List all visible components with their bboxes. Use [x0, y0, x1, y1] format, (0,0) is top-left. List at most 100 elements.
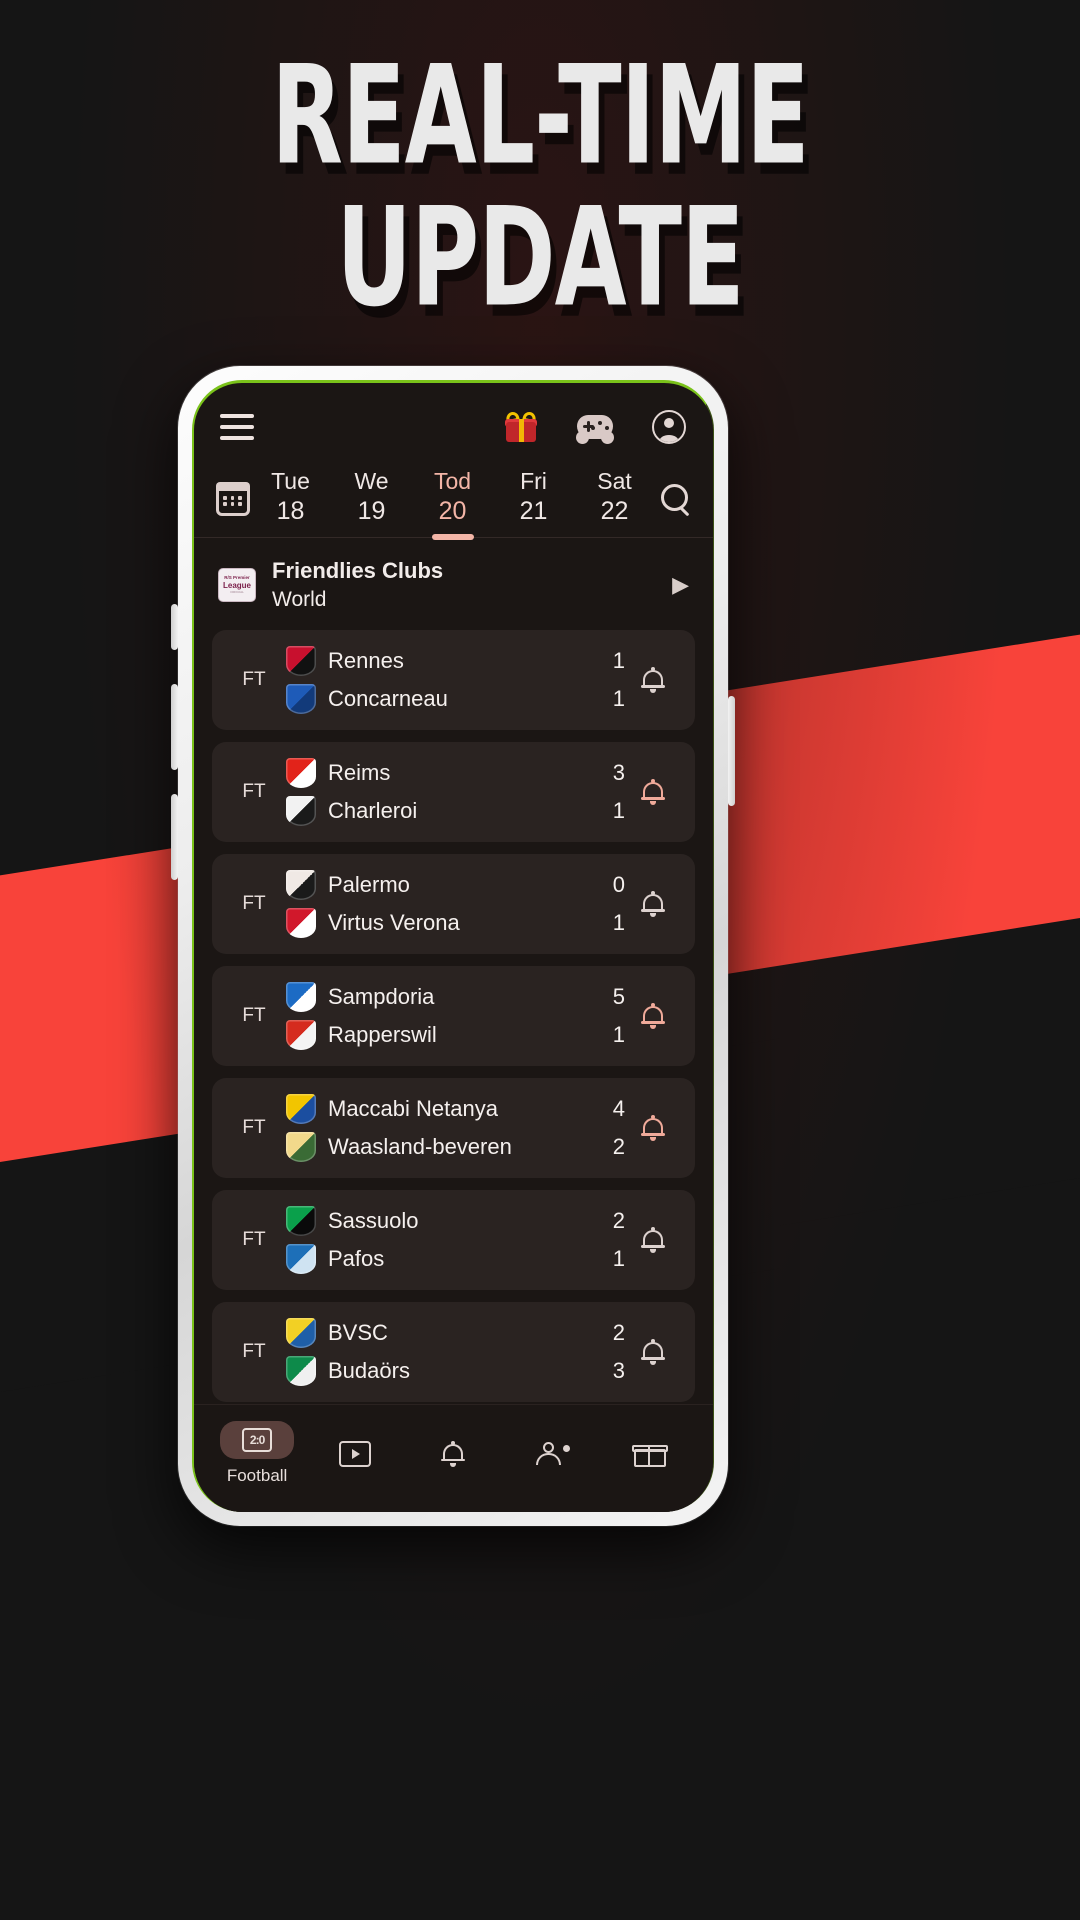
- team-name: Reims: [328, 760, 391, 786]
- match-teams: Rennes Concarneau: [286, 642, 585, 718]
- match-scores: 21: [585, 1202, 625, 1278]
- notification-bell-button[interactable]: [625, 1115, 681, 1142]
- header-actions: [503, 409, 687, 445]
- scoreboard-icon: 2:0: [242, 1428, 273, 1452]
- account-circle-icon[interactable]: [651, 409, 687, 445]
- team-crest-icon: [286, 1356, 316, 1387]
- date-tab-21[interactable]: Fri 21: [503, 461, 565, 537]
- team-crest-icon: [286, 1318, 316, 1349]
- team-away-row: Pafos: [286, 1240, 585, 1278]
- league-logo-icon: R/S Premier League OFFICIAL: [218, 568, 256, 603]
- league-header[interactable]: R/S Premier League OFFICIAL Friendlies C…: [194, 538, 713, 630]
- team-crest-icon: [286, 1206, 316, 1237]
- team-home-row: Reims: [286, 754, 585, 792]
- match-row[interactable]: FT BVSC Budaörs 2 3: [212, 1302, 695, 1403]
- match-teams: Maccabi Netanya Waasland-beveren: [286, 1090, 585, 1166]
- team-logo: [286, 1206, 316, 1237]
- team-away-row: Waasland-beveren: [286, 1128, 585, 1166]
- calendar-icon[interactable]: [216, 482, 250, 516]
- bell-icon: [641, 779, 665, 806]
- hamburger-icon[interactable]: [220, 414, 254, 440]
- headline-line-1: REAL-TIME: [271, 36, 809, 196]
- match-scores: 23: [585, 1314, 625, 1390]
- team-home-row: Rennes: [286, 642, 585, 680]
- nav-item-bell[interactable]: [407, 1440, 499, 1467]
- match-row[interactable]: FT Maccabi Netanya Waasland-beveren 4 2: [212, 1078, 695, 1179]
- team-name: Charleroi: [328, 798, 418, 824]
- date-tab-18[interactable]: Tue 18: [260, 461, 322, 537]
- notification-bell-button[interactable]: [625, 1003, 681, 1030]
- team-logo: [286, 796, 316, 827]
- date-tab-number: 22: [600, 496, 629, 525]
- match-scores: 01: [585, 866, 625, 942]
- notification-bell-button[interactable]: [625, 1339, 681, 1366]
- team-logo: [286, 1244, 316, 1275]
- match-row[interactable]: FT Palermo Virtus Verona 0 1: [212, 854, 695, 955]
- match-status: FT: [242, 1341, 266, 1363]
- search-icon[interactable]: [661, 484, 691, 514]
- app-header: [194, 383, 713, 455]
- match-status: FT: [242, 1229, 266, 1251]
- bell-icon: [641, 1003, 665, 1030]
- match-row[interactable]: FT Sassuolo Pafos 2 1: [212, 1190, 695, 1291]
- team-crest-icon: [286, 1094, 316, 1125]
- date-tab-20[interactable]: Tod 20: [422, 461, 484, 537]
- date-tab-19[interactable]: We 19: [341, 461, 403, 537]
- team-away-score: 1: [612, 686, 625, 712]
- team-home-score: 1: [612, 648, 625, 674]
- team-away-score: 3: [612, 1358, 625, 1384]
- team-home-score: 3: [612, 760, 625, 786]
- team-home-row: Palermo: [286, 866, 585, 904]
- match-row[interactable]: FT Sampdoria Rapperswil 5 1: [212, 966, 695, 1067]
- team-logo: [286, 1132, 316, 1163]
- match-row[interactable]: FT Rennes Concarneau 1 1: [212, 630, 695, 731]
- team-home-score: 4: [612, 1096, 625, 1122]
- match-scores: 31: [585, 754, 625, 830]
- bell-icon: [641, 1115, 665, 1142]
- notification-bell-button[interactable]: [625, 891, 681, 918]
- team-logo: [286, 1356, 316, 1387]
- team-logo: [286, 870, 316, 901]
- chevron-right-icon[interactable]: ▶: [672, 572, 689, 598]
- notification-bell-button[interactable]: [625, 1227, 681, 1254]
- team-logo: [286, 646, 316, 677]
- nav-item-football[interactable]: 2:0 Football: [211, 1421, 303, 1486]
- match-status: FT: [242, 893, 266, 915]
- date-tab-22[interactable]: Sat 22: [584, 461, 646, 537]
- match-status: FT: [242, 781, 266, 803]
- match-teams: Sampdoria Rapperswil: [286, 978, 585, 1054]
- phone-mockup: Tue 18 We 19 Tod 20 Fri 21 Sat 22 R/S Premier Lea…: [171, 366, 735, 1526]
- team-name: Pafos: [328, 1246, 385, 1272]
- team-home-score: 0: [612, 872, 625, 898]
- team-away-score: 1: [612, 910, 625, 936]
- nav-icon-wrapper: [631, 1441, 668, 1467]
- team-home-score: 2: [612, 1208, 625, 1234]
- date-tab-number: 21: [519, 496, 548, 525]
- nav-item-tv-play[interactable]: [309, 1440, 401, 1467]
- app-screen: Tue 18 We 19 Tod 20 Fri 21 Sat 22 R/S Premier Lea…: [192, 380, 714, 1512]
- team-home-score: 2: [612, 1320, 625, 1346]
- match-scores: 51: [585, 978, 625, 1054]
- notification-bell-button[interactable]: [625, 779, 681, 806]
- bottom-navigation: 2:0 Football: [194, 1404, 713, 1512]
- team-crest-icon: [286, 1020, 316, 1051]
- phone-power-button: [728, 696, 735, 806]
- team-home-row: Sassuolo: [286, 1202, 585, 1240]
- nav-item-people[interactable]: [506, 1441, 598, 1467]
- nav-item-gift-box[interactable]: [604, 1441, 696, 1467]
- gift-icon[interactable]: [503, 409, 539, 445]
- match-teams: Palermo Virtus Verona: [286, 866, 585, 942]
- gamepad-icon[interactable]: [576, 409, 614, 445]
- notification-bell-button[interactable]: [625, 667, 681, 694]
- team-away-row: Concarneau: [286, 680, 585, 718]
- tv-play-icon: [339, 1440, 372, 1467]
- team-name: Maccabi Netanya: [328, 1096, 498, 1122]
- nav-icon-wrapper: 2:0: [220, 1421, 295, 1459]
- team-crest-icon: [286, 796, 316, 827]
- match-row[interactable]: FT Reims Charleroi 3 1: [212, 742, 695, 843]
- nav-item-label: Football: [226, 1466, 288, 1485]
- nav-icon-wrapper: [534, 1441, 570, 1467]
- date-tab-day: Fri: [520, 468, 547, 494]
- date-tab-number: 18: [276, 496, 305, 525]
- phone-volume-up-button: [171, 684, 178, 770]
